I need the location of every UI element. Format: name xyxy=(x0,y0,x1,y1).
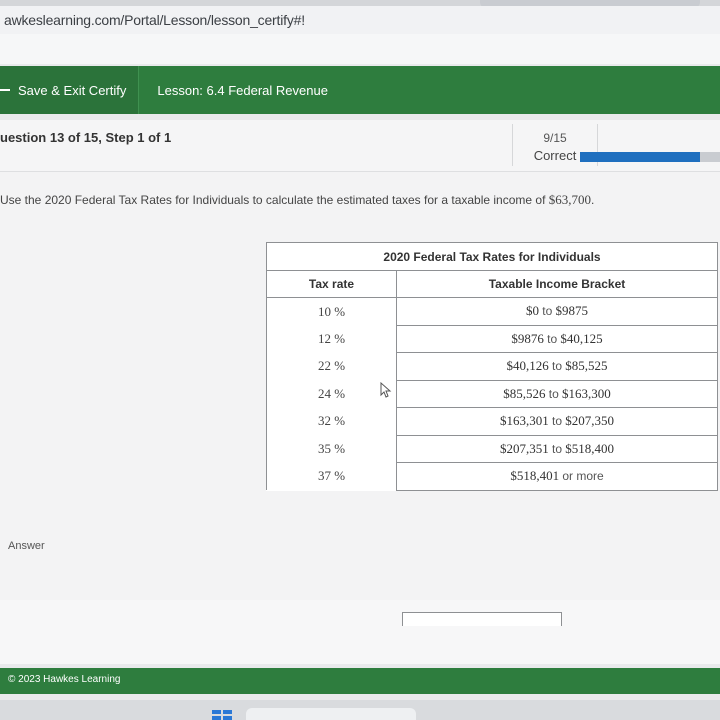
income-bracket-cell: $0 to $9875 xyxy=(396,297,718,326)
table-row: 10 % $0 to $9875 xyxy=(266,297,718,326)
taskbar-search[interactable] xyxy=(246,708,416,720)
bracket-high: $518,400 xyxy=(565,440,614,456)
answer-area xyxy=(0,600,720,664)
bracket-high: $40,125 xyxy=(560,330,603,346)
tax-rate-cell: 22 % xyxy=(266,352,397,380)
score-fraction: 9/15 xyxy=(543,131,567,145)
bracket-joiner: to xyxy=(542,304,553,319)
mouse-cursor-icon xyxy=(380,382,392,398)
save-exit-button[interactable]: Save & Exit Certify xyxy=(0,66,140,114)
progress-fill xyxy=(580,152,701,162)
browser-toolbar-gap xyxy=(0,34,720,64)
tax-rate-cell: 12 % xyxy=(266,325,397,353)
footer-bar: © 2023 Hawkes Learning xyxy=(0,668,720,694)
answer-label: Answer xyxy=(8,540,45,552)
tax-rate-cell: 32 % xyxy=(266,407,397,435)
question-content: Use the 2020 Federal Tax Rates for Indiv… xyxy=(0,172,720,600)
bracket-high: $9875 xyxy=(555,303,589,319)
tax-rates-table: 2020 Federal Tax Rates for Individuals T… xyxy=(266,242,718,491)
table-row: 24 % $85,526 to $163,300 xyxy=(266,379,718,408)
table-row: 32 % $163,301 to $207,350 xyxy=(266,407,718,436)
bracket-joiner: to xyxy=(551,359,562,374)
minus-icon xyxy=(0,89,10,91)
tax-rate-cell: 37 % xyxy=(266,462,397,490)
tax-rate-cell: 10 % xyxy=(266,297,397,325)
income-bracket-cell: $9876 to $40,125 xyxy=(396,324,718,353)
save-exit-label: Save & Exit Certify xyxy=(18,82,127,98)
income-bracket-cell: $518,401 or more xyxy=(396,462,718,491)
bracket-low: $163,301 xyxy=(499,413,549,429)
bracket-low: $0 xyxy=(525,303,539,319)
lesson-header-bar: Save & Exit Certify Lesson: 6.4 Federal … xyxy=(0,66,720,114)
bracket-high: $163,300 xyxy=(562,385,611,401)
url-text: awkeslearning.com/Portal/Lesson/lesson_c… xyxy=(4,12,305,28)
bracket-high: $85,525 xyxy=(565,358,608,374)
table-row: 22 % $40,126 to $85,525 xyxy=(266,352,718,381)
lesson-title: Lesson: 6.4 Federal Revenue xyxy=(157,82,328,98)
question-suffix: . xyxy=(591,193,595,207)
address-bar[interactable]: awkeslearning.com/Portal/Lesson/lesson_c… xyxy=(0,6,720,34)
bracket-low: $518,401 xyxy=(510,468,560,484)
windows-start-icon[interactable] xyxy=(212,710,232,720)
bracket-joiner: to xyxy=(548,386,559,401)
bracket-low: $9876 xyxy=(511,330,544,346)
progress-bar xyxy=(580,152,720,162)
table-row: 12 % $9876 to $40,125 xyxy=(266,324,718,353)
table-row: 37 % $518,401 or more xyxy=(266,462,718,491)
income-bracket-cell: $163,301 to $207,350 xyxy=(396,407,718,436)
question-status-bar: uestion 13 of 15, Step 1 of 1 9/15 Corre… xyxy=(0,120,720,172)
income-bracket-cell: $207,351 to $518,400 xyxy=(396,434,718,463)
bracket-low: $40,126 xyxy=(506,358,549,374)
bracket-high: $207,350 xyxy=(565,413,614,429)
bracket-low: $85,526 xyxy=(503,385,546,401)
question-prefix: Use the 2020 Federal Tax Rates for Indiv… xyxy=(0,193,549,207)
bracket-joiner: to xyxy=(547,331,558,346)
bracket-low: $207,351 xyxy=(499,440,549,456)
table-caption: 2020 Federal Tax Rates for Individuals xyxy=(266,242,718,271)
copyright-text: © 2023 Hawkes Learning xyxy=(8,674,121,685)
bracket-joiner: to xyxy=(551,414,562,429)
question-counter: uestion 13 of 15, Step 1 of 1 xyxy=(0,130,172,145)
answer-input[interactable] xyxy=(402,612,562,626)
question-amount: $63,700 xyxy=(548,192,591,207)
tax-rate-cell: 35 % xyxy=(266,435,397,463)
question-text: Use the 2020 Federal Tax Rates for Indiv… xyxy=(0,192,594,208)
column-header-rate: Tax rate xyxy=(266,269,397,298)
bracket-joiner: to xyxy=(551,441,562,456)
bracket-joiner: or more xyxy=(562,469,604,484)
table-row: 35 % $207,351 to $518,400 xyxy=(266,434,718,463)
income-bracket-cell: $85,526 to $163,300 xyxy=(396,379,718,408)
tax-rate-cell: 24 % xyxy=(266,380,397,408)
income-bracket-cell: $40,126 to $85,525 xyxy=(396,352,718,381)
column-header-bracket: Taxable Income Bracket xyxy=(396,269,718,298)
